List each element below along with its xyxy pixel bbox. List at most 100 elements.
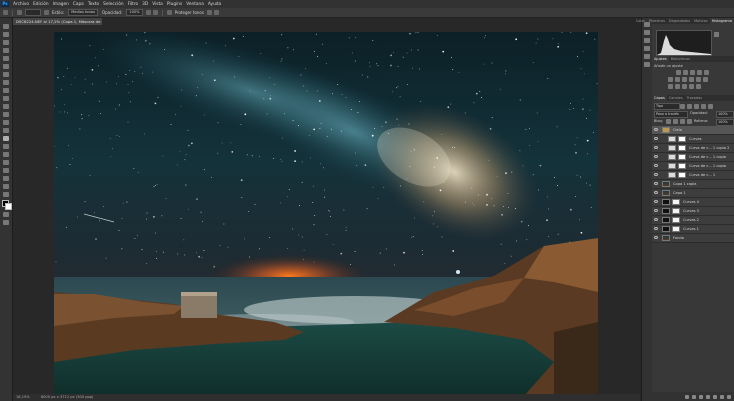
- menu-texto[interactable]: Texto: [86, 2, 101, 7]
- mask-thumbnail[interactable]: [672, 217, 680, 223]
- curves-adjustment-icon[interactable]: [668, 136, 676, 142]
- filter-pixel-icon[interactable]: [680, 104, 685, 109]
- style-select[interactable]: Medios tonos: [68, 9, 98, 16]
- new-layer-icon[interactable]: [720, 394, 724, 399]
- opacity-field[interactable]: 100%: [126, 9, 143, 16]
- visibility-eye-icon[interactable]: [654, 227, 658, 230]
- fill-field[interactable]: 100%: [716, 119, 734, 126]
- visibility-eye-icon[interactable]: [654, 137, 658, 140]
- lock-position-icon[interactable]: [673, 119, 678, 124]
- vibrance-icon[interactable]: [704, 70, 709, 75]
- filter-shape-icon[interactable]: [701, 104, 706, 109]
- delete-layer-icon[interactable]: [727, 394, 731, 399]
- eraser-tool-icon[interactable]: [3, 112, 9, 117]
- image-canvas[interactable]: [54, 32, 598, 396]
- menu-vista[interactable]: Vista: [150, 2, 165, 7]
- mask-thumbnail[interactable]: [678, 154, 686, 160]
- mask-thumbnail[interactable]: [678, 163, 686, 169]
- filter-type-icon[interactable]: [694, 104, 699, 109]
- layer-row[interactable]: Fondo: [652, 234, 734, 243]
- curves-adjustment-icon[interactable]: [668, 163, 676, 169]
- histogram-refresh-icon[interactable]: [714, 32, 719, 37]
- visibility-eye-icon[interactable]: [654, 182, 658, 185]
- zoom-level[interactable]: 16,19%: [13, 395, 30, 399]
- layer-row[interactable]: Cielo: [652, 126, 734, 135]
- threshold-icon[interactable]: [682, 84, 687, 89]
- gradient-tool-icon[interactable]: [3, 120, 9, 125]
- tab-motivos[interactable]: Motivos: [692, 18, 710, 24]
- brush-tool-icon[interactable]: [3, 88, 9, 93]
- tool-preset-icon[interactable]: [17, 10, 22, 15]
- new-adjustment-icon[interactable]: [706, 394, 710, 399]
- move-tool-icon[interactable]: [3, 24, 9, 29]
- curves-icon[interactable]: [690, 70, 695, 75]
- menu-archivo[interactable]: Archivo: [11, 2, 31, 7]
- tab-capas[interactable]: Capas: [652, 95, 667, 101]
- layer-row[interactable]: Copa 1 copia: [652, 180, 734, 189]
- layer-row[interactable]: Curvas 1: [652, 225, 734, 234]
- dodge-tool-icon[interactable]: [3, 136, 9, 141]
- background-color-swatch[interactable]: [5, 203, 12, 210]
- tab-color[interactable]: Color: [634, 18, 647, 24]
- mask-thumbnail[interactable]: [672, 226, 680, 232]
- symmetry-icon[interactable]: [213, 10, 219, 15]
- mask-thumbnail[interactable]: [672, 208, 680, 214]
- visibility-eye-icon[interactable]: [654, 164, 658, 167]
- lasso-tool-icon[interactable]: [3, 40, 9, 45]
- menu-3d[interactable]: 3D: [140, 2, 150, 7]
- visibility-eye-icon[interactable]: [654, 200, 658, 203]
- menu-capa[interactable]: Capa: [71, 2, 86, 7]
- exposure-icon[interactable]: [697, 70, 702, 75]
- mask-thumbnail[interactable]: [678, 145, 686, 151]
- layer-row[interactable]: Curvas: [652, 135, 734, 144]
- layer-filter-select[interactable]: Tipo: [654, 103, 680, 110]
- pen-tool-icon[interactable]: [3, 144, 9, 149]
- quick-select-tool-icon[interactable]: [3, 48, 9, 53]
- color-lookup-icon[interactable]: [703, 77, 708, 82]
- invert-icon[interactable]: [668, 84, 673, 89]
- frame-tool-icon[interactable]: [3, 64, 9, 69]
- angle-icon[interactable]: [152, 10, 158, 15]
- layer-row[interactable]: Curvas 2: [652, 216, 734, 225]
- menu-edicion[interactable]: Edición: [31, 2, 51, 7]
- shape-tool-icon[interactable]: [3, 168, 9, 173]
- menu-plugins[interactable]: Plugins: [165, 2, 184, 7]
- add-mask-icon[interactable]: [699, 394, 703, 399]
- properties-panel-icon[interactable]: [644, 30, 650, 35]
- layer-row[interactable]: Curvas 4: [652, 198, 734, 207]
- character-panel-icon[interactable]: [644, 54, 650, 59]
- brightness-icon[interactable]: [676, 70, 681, 75]
- airbrush-icon[interactable]: [145, 10, 151, 15]
- pressure-icon[interactable]: [206, 10, 212, 15]
- levels-icon[interactable]: [683, 70, 688, 75]
- healing-brush-tool-icon[interactable]: [3, 80, 9, 85]
- lock-artboard-icon[interactable]: [680, 119, 685, 124]
- tab-histograma[interactable]: Histograma: [709, 18, 734, 24]
- tab-degradados[interactable]: Degradados: [667, 18, 692, 24]
- photo-filter-icon[interactable]: [689, 77, 694, 82]
- layer-row[interactable]: Curvas 3: [652, 207, 734, 216]
- blur-tool-icon[interactable]: [3, 128, 9, 133]
- visibility-eye-icon[interactable]: [654, 218, 658, 221]
- visibility-eye-icon[interactable]: [654, 155, 658, 158]
- visibility-eye-icon[interactable]: [654, 191, 658, 194]
- protect-tones-checkbox[interactable]: [166, 10, 172, 15]
- filter-smart-object-icon[interactable]: [708, 104, 713, 109]
- gradient-map-icon[interactable]: [689, 84, 694, 89]
- marquee-tool-icon[interactable]: [3, 32, 9, 37]
- mask-thumbnail[interactable]: [678, 136, 686, 142]
- paragraph-panel-icon[interactable]: [644, 62, 650, 67]
- zoom-tool-icon[interactable]: [3, 184, 9, 189]
- document-tab[interactable]: DSC8224.NEF al 17,2% (Copa 1, Máscara de…: [13, 18, 102, 25]
- layer-mask-thumbnail[interactable]: [662, 208, 670, 214]
- layer-mask-thumbnail[interactable]: [662, 226, 670, 232]
- folder-icon[interactable]: [662, 127, 670, 133]
- layer-row[interactable]: Curva de c... 1 copia 2: [652, 144, 734, 153]
- tab-muestras[interactable]: Muestras: [647, 18, 667, 24]
- layer-opacity-field[interactable]: 100%: [716, 111, 734, 118]
- visibility-eye-icon[interactable]: [654, 128, 658, 131]
- visibility-eye-icon[interactable]: [654, 236, 658, 239]
- brush-settings-icon[interactable]: [44, 10, 49, 15]
- more-tools-icon[interactable]: [3, 192, 9, 197]
- quick-mask-icon[interactable]: [3, 212, 9, 217]
